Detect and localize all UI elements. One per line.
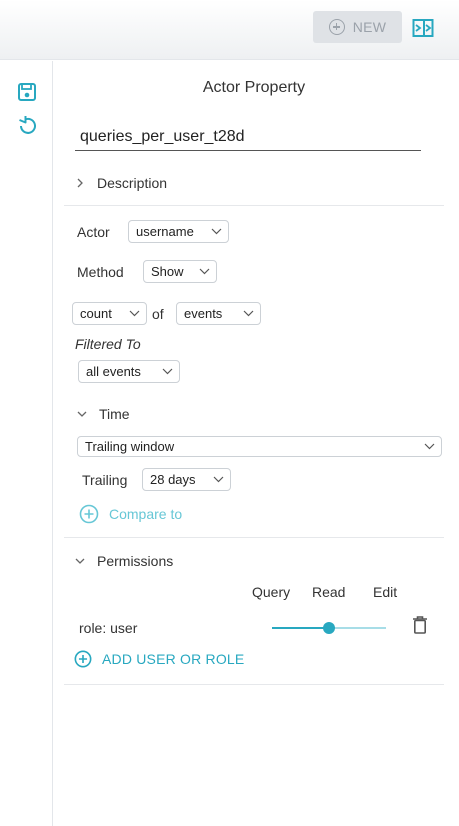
permissions-label: Permissions (97, 553, 174, 569)
slider-track-filled (272, 627, 329, 629)
chevron-down-icon (424, 443, 435, 450)
method-select-value: Show (151, 264, 184, 279)
property-editor: Actor Property Description Actor usernam… (54, 61, 459, 826)
permission-column-query: Query (252, 584, 291, 600)
property-name-input[interactable] (75, 123, 421, 151)
method-label: Method (77, 264, 124, 280)
chevron-down-icon (129, 310, 140, 317)
add-user-or-role-label: ADD USER OR ROLE (102, 651, 245, 667)
permission-level-slider[interactable] (272, 621, 386, 635)
page-title: Actor Property (202, 79, 306, 96)
left-toolbar (0, 61, 53, 826)
compare-to-button[interactable]: Compare to (79, 504, 182, 524)
trailing-label: Trailing (82, 472, 128, 488)
aggregate-target-value: events (184, 306, 223, 321)
new-button-label: NEW (352, 19, 387, 35)
time-section-toggle[interactable]: Time (77, 406, 130, 422)
slider-track-empty (329, 627, 386, 629)
chevron-down-icon (162, 368, 173, 375)
undo-icon[interactable] (16, 115, 38, 137)
actor-select[interactable]: username (128, 220, 229, 243)
trailing-duration-value: 28 days (150, 472, 196, 487)
slider-handle[interactable] (323, 622, 335, 634)
aggregate-target-select[interactable]: events (176, 302, 261, 325)
aggregate-function-select[interactable]: count (72, 302, 147, 325)
filtered-to-label: Filtered To (75, 336, 141, 352)
chevron-down-icon (211, 228, 222, 235)
permissions-section-toggle[interactable]: Permissions (75, 553, 173, 569)
divider (64, 684, 444, 685)
permission-column-edit: Edit (373, 584, 398, 600)
chevron-down-icon (75, 558, 85, 564)
filter-select-value: all events (86, 364, 141, 379)
plus-circle-icon (74, 650, 92, 668)
aggregate-function-value: count (80, 306, 112, 321)
description-label: Description (97, 175, 168, 191)
trash-icon[interactable] (411, 615, 429, 635)
actor-select-value: username (136, 224, 194, 239)
plus-circle-icon (79, 504, 99, 524)
compare-to-label: Compare to (109, 506, 183, 522)
description-toggle[interactable]: Description (75, 175, 167, 191)
chevron-down-icon (213, 476, 224, 483)
panel-toggle-icon[interactable] (412, 18, 434, 38)
chevron-down-icon (77, 411, 87, 417)
time-window-value: Trailing window (85, 439, 175, 454)
actor-label: Actor (77, 224, 110, 240)
filter-select[interactable]: all events (78, 360, 180, 383)
chevron-down-icon (199, 268, 210, 275)
save-icon[interactable] (17, 82, 37, 102)
divider (64, 205, 444, 206)
permission-column-read: Read (312, 584, 346, 600)
new-button[interactable]: NEW (313, 11, 402, 43)
chevron-right-icon (77, 178, 83, 188)
time-label: Time (99, 406, 130, 422)
divider (64, 537, 444, 538)
of-label: of (152, 306, 164, 322)
trailing-duration-select[interactable]: 28 days (142, 468, 231, 491)
top-toolbar: NEW (0, 0, 459, 60)
add-user-or-role-button[interactable]: ADD USER OR ROLE (74, 650, 244, 668)
plus-circle-icon (328, 19, 345, 35)
time-window-select[interactable]: Trailing window (77, 436, 442, 457)
method-select[interactable]: Show (143, 260, 217, 283)
permission-role-label: role: user (79, 620, 138, 636)
chevron-down-icon (243, 310, 254, 317)
